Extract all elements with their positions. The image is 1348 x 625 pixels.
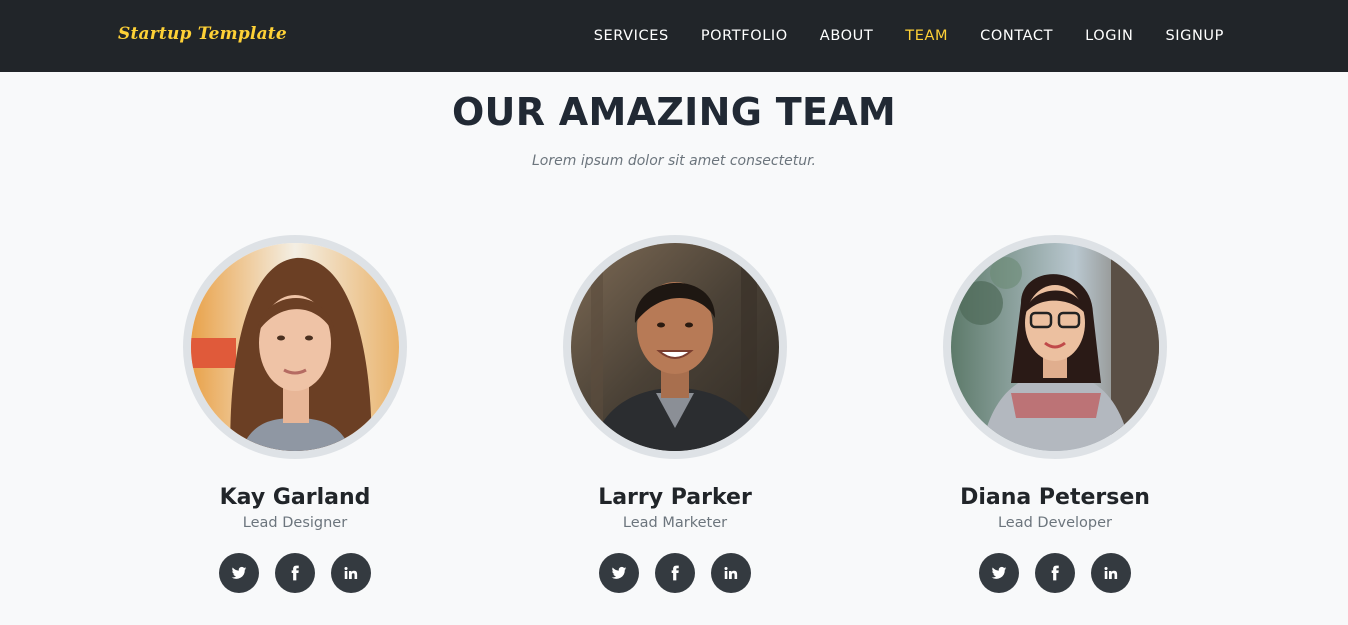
facebook-icon[interactable]: [275, 553, 315, 593]
linkedin-icon[interactable]: [1091, 553, 1131, 593]
brand-logo[interactable]: Startup Template: [118, 24, 287, 44]
nav-item-contact[interactable]: CONTACT: [980, 29, 1053, 44]
member-name: Kay Garland: [219, 485, 371, 510]
twitter-icon[interactable]: [219, 553, 259, 593]
linkedin-icon[interactable]: [331, 553, 371, 593]
team-member-card: Diana Petersen Lead Developer: [925, 235, 1185, 593]
navbar: Startup Template SERVICES PORTFOLIO ABOU…: [0, 0, 1348, 72]
member-role: Lead Marketer: [622, 515, 728, 531]
member-photo: [563, 235, 787, 459]
member-name: Diana Petersen: [960, 485, 1150, 510]
member-role: Lead Designer: [242, 515, 348, 531]
twitter-icon[interactable]: [599, 553, 639, 593]
nav-item-signup[interactable]: SIGNUP: [1165, 29, 1224, 44]
member-name: Larry Parker: [598, 485, 752, 510]
twitter-icon[interactable]: [979, 553, 1019, 593]
facebook-icon[interactable]: [655, 553, 695, 593]
main-nav: SERVICES PORTFOLIO ABOUT TEAM CONTACT LO…: [562, 0, 1224, 72]
social-links: [925, 553, 1185, 593]
nav-item-login[interactable]: LOGIN: [1085, 29, 1133, 44]
social-links: [545, 553, 805, 593]
section-heading: OUR AMAZING TEAM: [451, 90, 897, 134]
section-subheading: Lorem ipsum dolor sit amet consectetur.: [532, 153, 816, 169]
social-links: [165, 553, 425, 593]
facebook-icon[interactable]: [1035, 553, 1075, 593]
nav-item-services[interactable]: SERVICES: [594, 29, 669, 44]
nav-item-portfolio[interactable]: PORTFOLIO: [701, 29, 788, 44]
member-role: Lead Developer: [997, 515, 1113, 531]
nav-item-about[interactable]: ABOUT: [820, 29, 874, 44]
nav-item-team[interactable]: TEAM: [905, 29, 948, 44]
team-member-card: Larry Parker Lead Marketer: [545, 235, 805, 593]
team-member-card: Kay Garland Lead Designer: [165, 235, 425, 593]
member-photo: [943, 235, 1167, 459]
member-photo: [183, 235, 407, 459]
linkedin-icon[interactable]: [711, 553, 751, 593]
